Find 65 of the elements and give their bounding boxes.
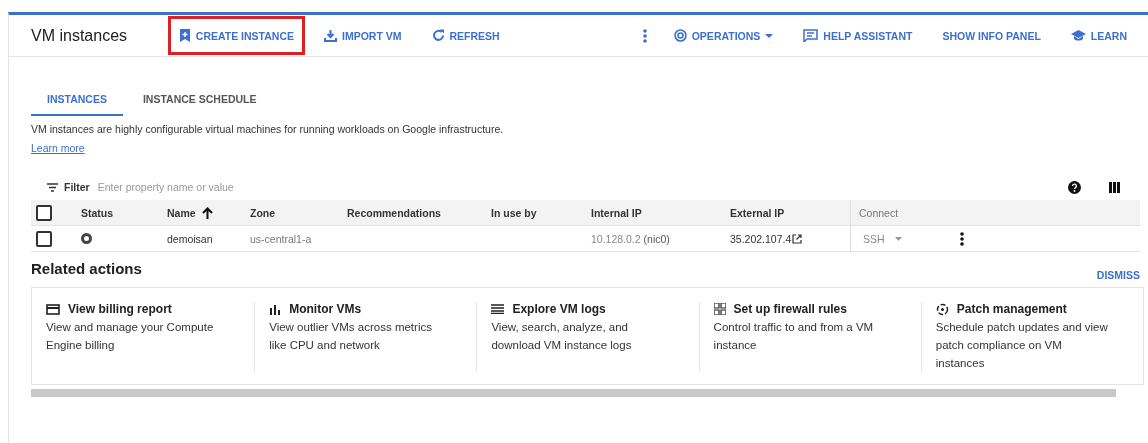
toolbar-button[interactable]: CREATE INSTANCE <box>167 16 305 55</box>
table-cell: us-central1-a <box>250 232 312 245</box>
graduation-cap-icon <box>1070 29 1086 42</box>
card-text: View and manage your Compute Engine billing <box>46 320 215 353</box>
more-vert-icon <box>959 231 964 246</box>
checkbox[interactable] <box>36 204 52 221</box>
section-title: Related actions <box>31 260 142 277</box>
column-header: Connect <box>859 206 899 219</box>
help-icon <box>1068 180 1081 194</box>
menu-button[interactable]: OPERATIONS <box>664 20 783 51</box>
toolbar-button[interactable]: LEARN <box>1061 20 1136 51</box>
more-vert-icon <box>642 28 647 43</box>
filter-icon <box>47 182 58 192</box>
caret-icon <box>765 33 774 38</box>
grid-icon <box>713 303 726 315</box>
filter-label: Filter <box>64 181 90 193</box>
credit-card-icon <box>46 303 60 315</box>
table-cell: demoisan <box>167 232 213 245</box>
column-header: Recommendations <box>347 206 441 219</box>
sync-icon <box>935 302 949 316</box>
column-header: Name <box>167 206 196 219</box>
dismiss-button[interactable]: DISMISS <box>1096 269 1140 281</box>
toolbar-button[interactable]: IMPORT VM <box>315 20 411 51</box>
external-link-icon <box>792 233 803 244</box>
columns-icon <box>1109 181 1120 193</box>
list-icon <box>491 304 505 314</box>
toolbar-button[interactable]: SHOW INFO PANEL <box>933 20 1050 51</box>
column-header: Zone <box>250 206 276 219</box>
bookmark-plus-icon <box>178 29 191 42</box>
card-title-link[interactable]: Monitor VMs <box>269 302 463 316</box>
bar-chart-icon <box>269 303 282 315</box>
status-icon <box>81 233 92 244</box>
card-title-link[interactable]: View billing report <box>46 302 241 316</box>
table-cell: 10.128.0.2 (nic0) <box>591 232 670 245</box>
tab[interactable]: INSTANCES <box>31 85 123 116</box>
description-text: VM instances are highly configurable virtual machines for running workloads on Google infrastructure. Learn more <box>31 122 505 156</box>
table-cell: 35.202.107.4 <box>730 232 792 245</box>
learn-more-link[interactable]: Learn more <box>31 142 85 154</box>
column-header: Internal IP <box>591 206 642 219</box>
card-text: View, search, analyze, and download VM instance logs <box>491 320 633 353</box>
card-text: Schedule patch updates and view patch compliance on VM instances <box>935 320 1109 371</box>
card-title-link[interactable]: Set up firewall rules <box>713 302 907 316</box>
column-header: In use by <box>491 206 537 219</box>
column-header: Status <box>81 206 114 219</box>
ssh-button[interactable]: SSH <box>859 232 906 245</box>
tab[interactable]: INSTANCE SCHEDULE <box>126 85 273 116</box>
spiral-icon <box>673 29 687 42</box>
download-icon <box>324 29 337 42</box>
toolbar-button[interactable]: REFRESH <box>422 20 509 51</box>
page-title: VM instances <box>31 26 129 45</box>
sort-arrow-icon <box>201 206 213 219</box>
scrollbar[interactable] <box>31 389 1116 397</box>
toolbar-button[interactable]: HELP ASSISTANT <box>794 20 922 51</box>
chat-icon <box>803 29 819 42</box>
card-title-link[interactable]: Explore VM logs <box>491 302 685 316</box>
column-header: External IP <box>730 206 785 219</box>
columns-button[interactable] <box>1109 181 1120 193</box>
refresh-icon <box>431 29 445 42</box>
help-button[interactable] <box>1068 180 1081 194</box>
row-menu-button[interactable] <box>957 229 966 248</box>
card-title-link[interactable]: Patch management <box>935 302 1129 316</box>
caret-icon <box>894 236 902 241</box>
card-text: View outlier VMs across metrics like CPU and network <box>269 320 433 353</box>
card-text: Control traffic to and from a VM instance <box>713 320 875 353</box>
checkbox[interactable] <box>36 230 52 247</box>
